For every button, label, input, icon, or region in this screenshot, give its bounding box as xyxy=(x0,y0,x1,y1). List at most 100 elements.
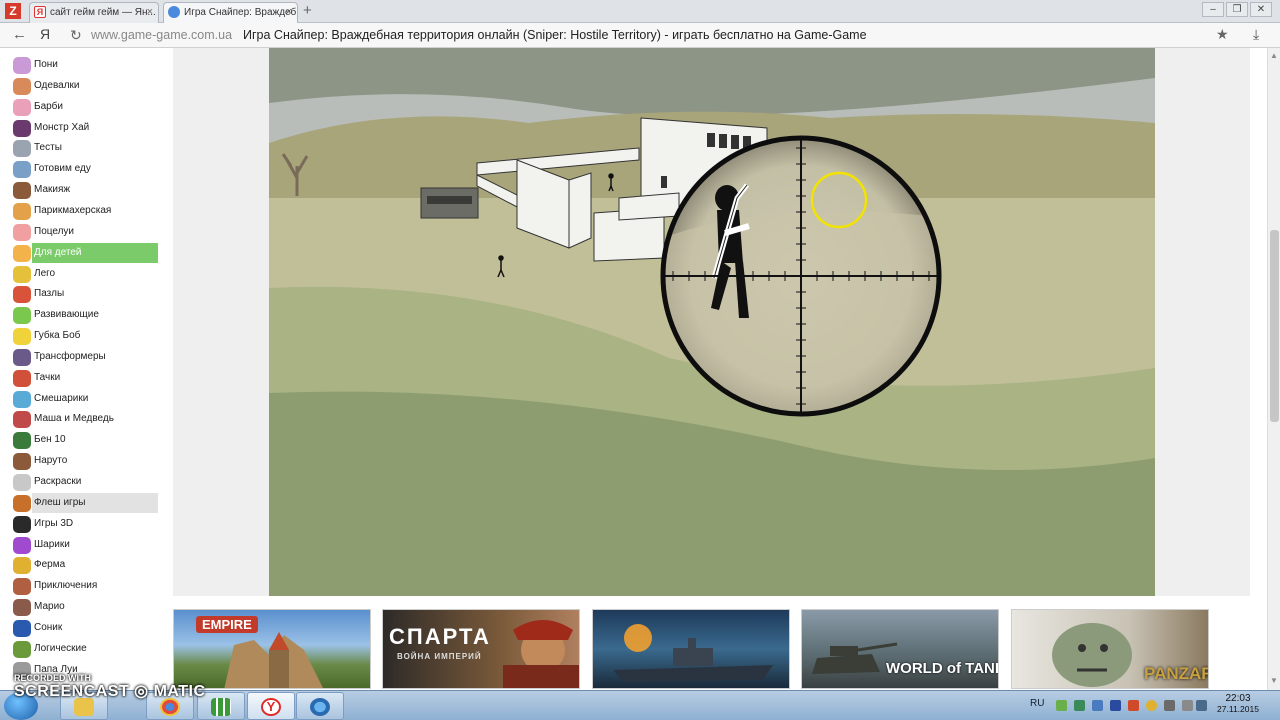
sidebar-item[interactable]: Одевалки xyxy=(0,76,172,96)
kisses-icon xyxy=(13,223,31,241)
thumb-battleships[interactable] xyxy=(592,609,790,689)
sidebar-item[interactable]: Ферма xyxy=(0,555,172,575)
watermark-line2: SCREENCAST ◎ MATIC xyxy=(14,683,206,700)
mario-icon xyxy=(13,599,31,617)
sidebar-item[interactable]: Бен 10 xyxy=(0,430,172,450)
tray-display-icon[interactable] xyxy=(1196,700,1207,711)
sidebar-item[interactable]: Барби xyxy=(0,97,172,117)
sidebar-item-label: Готовим еду xyxy=(34,163,91,175)
url-text[interactable]: www.game-game.com.ua xyxy=(91,28,232,42)
taskbar-clock[interactable]: 22:03 27.11.2015 xyxy=(1212,693,1264,714)
tray-volume-icon[interactable] xyxy=(1182,700,1193,711)
sidebar-item[interactable]: Маша и Медведь xyxy=(0,409,172,429)
minimize-icon[interactable]: – xyxy=(1202,2,1224,17)
screen: Z Я сайт гейм гейм — Ян... × Игра Снайпе… xyxy=(0,0,1280,720)
browser-logo-icon[interactable]: Z xyxy=(5,3,21,19)
dress-up-icon xyxy=(13,77,31,95)
close-window-icon[interactable]: ✕ xyxy=(1250,2,1272,17)
vertical-scrollbar[interactable]: ▲ ▼ xyxy=(1267,48,1280,690)
scroll-down-icon[interactable]: ▼ xyxy=(1270,676,1278,685)
cooking-icon xyxy=(13,161,31,179)
sidebar-item[interactable]: Губка Боб xyxy=(0,326,172,346)
screencast-icon xyxy=(310,698,330,716)
sidebar-item[interactable]: Для детей xyxy=(0,242,172,263)
page-favicon-icon xyxy=(168,6,180,18)
3d-games-icon xyxy=(13,515,31,533)
sidebar-item[interactable]: Монстр Хай xyxy=(0,118,172,138)
logic-icon xyxy=(13,640,31,658)
sidebar-item[interactable]: Раскраски xyxy=(0,472,172,492)
game-canvas[interactable] xyxy=(269,48,1155,596)
tab-close-icon[interactable]: × xyxy=(286,3,292,22)
yandex-home-icon[interactable]: Я xyxy=(40,26,50,42)
taskbar-recorder[interactable] xyxy=(296,692,344,720)
sidebar-item[interactable]: Готовим еду xyxy=(0,159,172,179)
page-title-in-omnibox[interactable]: Игра Снайпер: Враждебная территория онла… xyxy=(243,28,867,42)
tray-security-icon[interactable] xyxy=(1110,700,1121,711)
tab-close-icon[interactable]: × xyxy=(147,3,153,22)
sidebar-item[interactable]: Игры 3D xyxy=(0,514,172,534)
maximize-icon[interactable]: ❐ xyxy=(1226,2,1248,17)
smeshariki-icon xyxy=(13,390,31,408)
sidebar-item[interactable]: Тесты xyxy=(0,138,172,158)
browser-tab-strip: Z Я сайт гейм гейм — Ян... × Игра Снайпе… xyxy=(0,0,1280,23)
thumb-panzar[interactable]: PANZAR xyxy=(1011,609,1209,689)
sidebar-item[interactable]: Макияж xyxy=(0,180,172,200)
sidebar-item[interactable]: Поцелуи xyxy=(0,222,172,242)
flash-games-icon xyxy=(13,494,31,512)
clock-time: 22:03 xyxy=(1225,693,1251,704)
back-arrow-icon[interactable]: ← xyxy=(12,26,27,43)
sidebar-item-label: Макияж xyxy=(34,184,71,196)
kids-icon xyxy=(13,244,31,262)
tray-updates-icon[interactable] xyxy=(1146,700,1157,711)
tray-battery-icon[interactable] xyxy=(1164,700,1175,711)
tab-yandex-search[interactable]: Я сайт гейм гейм — Ян... × xyxy=(29,2,159,23)
tab-label: сайт гейм гейм — Ян... xyxy=(50,7,156,18)
game-scene[interactable] xyxy=(269,48,1155,596)
sidebar-item[interactable]: Тачки xyxy=(0,368,172,388)
sonic-icon xyxy=(13,619,31,637)
address-bar: ← Я ↻ www.game-game.com.ua Игра Снайпер:… xyxy=(0,23,1280,48)
tab-sniper-game[interactable]: Игра Снайпер: Враждеб × xyxy=(163,2,298,23)
sidebar-item[interactable]: Флеш игры xyxy=(0,492,172,513)
tray-network-icon[interactable] xyxy=(1074,700,1085,711)
monster-high-icon xyxy=(13,119,31,137)
sidebar-item[interactable]: Наруто xyxy=(0,451,172,471)
taskbar-yandex[interactable]: Y xyxy=(247,692,295,720)
sidebar-item[interactable]: Марио xyxy=(0,597,172,617)
sidebar-item[interactable]: Трансформеры xyxy=(0,347,172,367)
thumb-label: СПАРТА xyxy=(389,624,491,649)
sidebar-item[interactable]: Парикмахерская xyxy=(0,201,172,221)
thumb-sublabel: ВОЙНА ИМПЕРИЙ xyxy=(397,652,482,661)
sidebar-item[interactable]: Соник xyxy=(0,618,172,638)
thumb-world-of-tanks[interactable]: WORLD of TANKS xyxy=(801,609,999,689)
sidebar-item[interactable]: Смешарики xyxy=(0,389,172,409)
sidebar-item-label: Раскраски xyxy=(34,476,82,487)
sidebar-item-label: Игры 3D xyxy=(34,517,74,529)
sidebar-item[interactable]: Пони xyxy=(0,55,172,75)
download-icon[interactable]: ⤓ xyxy=(1253,26,1259,43)
thumb-sparta[interactable]: СПАРТА ВОЙНА ИМПЕРИЙ xyxy=(382,609,580,689)
barbie-icon xyxy=(13,98,31,116)
tray-app-icon[interactable] xyxy=(1056,700,1067,711)
sidebar-item[interactable]: Лего xyxy=(0,264,172,284)
window-controls: – ❐ ✕ xyxy=(1202,2,1272,17)
tray-sync-icon[interactable] xyxy=(1092,700,1103,711)
spongebob-icon xyxy=(13,328,31,346)
language-indicator[interactable]: RU xyxy=(1030,698,1044,709)
yandex-favicon-icon: Я xyxy=(34,6,46,18)
sidebar-item-label: Трансформеры xyxy=(34,350,106,362)
recorder-watermark: RECORDED WITH SCREENCAST ◎ MATIC xyxy=(14,673,206,701)
sidebar-item[interactable]: Логические xyxy=(0,639,172,659)
naruto-icon xyxy=(13,453,31,471)
sidebar-item[interactable]: Пазлы xyxy=(0,284,172,304)
sidebar-item[interactable]: Развивающие xyxy=(0,305,172,325)
new-tab-icon[interactable]: + xyxy=(303,2,312,19)
sidebar-item[interactable]: Приключения xyxy=(0,576,172,596)
scroll-up-icon[interactable]: ▲ xyxy=(1270,51,1278,60)
sidebar-item[interactable]: Шарики xyxy=(0,535,172,555)
scrollbar-thumb[interactable] xyxy=(1270,230,1279,422)
reload-icon[interactable]: ↻ xyxy=(70,27,82,44)
bookmark-star-icon[interactable]: ★ xyxy=(1216,26,1229,43)
tray-mail-icon[interactable] xyxy=(1128,700,1139,711)
